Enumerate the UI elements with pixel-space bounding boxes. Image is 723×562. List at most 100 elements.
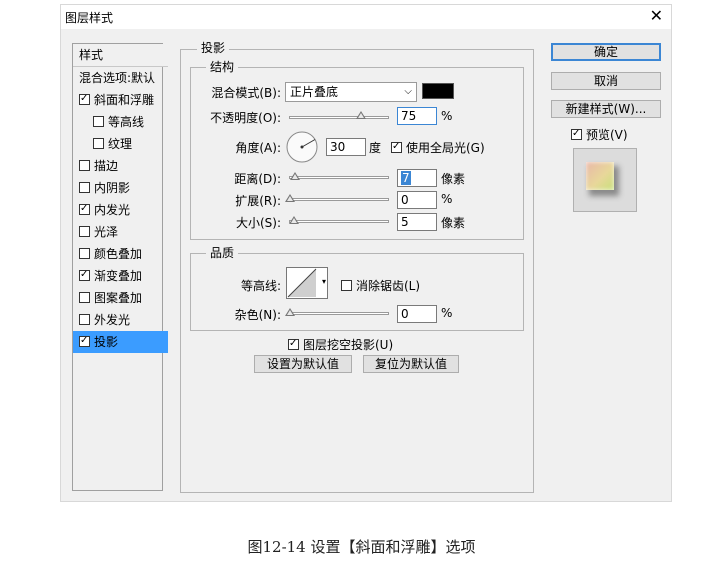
angle-input[interactable]: 30: [326, 138, 366, 156]
checkbox-icon[interactable]: [79, 292, 90, 303]
checkbox-icon[interactable]: [93, 138, 104, 149]
size-slider[interactable]: [289, 220, 389, 223]
size-slider-thumb[interactable]: [289, 216, 299, 224]
style-list-header[interactable]: 样式: [73, 44, 168, 67]
blend-mode-select[interactable]: 正片叠底 ⌵: [285, 82, 417, 102]
chevron-down-icon: ⌵: [404, 86, 412, 97]
checkbox-icon[interactable]: [79, 160, 90, 171]
style-list-item-label: 内阴影: [94, 181, 131, 195]
noise-input[interactable]: 0: [397, 305, 437, 323]
style-list-item[interactable]: 内阴影: [73, 177, 168, 199]
cancel-button[interactable]: 取消: [551, 72, 661, 90]
figure-caption: 图12-14 设置【斜面和浮雕】选项: [247, 538, 476, 556]
style-list: 样式 混合选项:默认斜面和浮雕等高线纹理描边内阴影内发光光泽颜色叠加渐变叠加图案…: [72, 43, 168, 491]
style-list-item-label: 混合选项:默认: [79, 71, 156, 85]
checkbox-icon[interactable]: [79, 226, 90, 237]
style-preview-thumbnail: [573, 148, 637, 212]
checkbox-icon[interactable]: [79, 94, 90, 105]
style-list-item-label: 描边: [94, 159, 119, 173]
distance-input[interactable]: 7: [397, 169, 437, 187]
ok-button[interactable]: 确定: [551, 43, 661, 61]
global-light-label: 使用全局光(G): [406, 141, 485, 155]
knockout-checkbox[interactable]: 图层挖空投影(U): [288, 336, 393, 353]
angle-dial[interactable]: [285, 130, 319, 164]
style-list-item[interactable]: 内发光: [73, 199, 168, 221]
style-list-item-label: 纹理: [108, 137, 133, 151]
new-style-button[interactable]: 新建样式(W)...: [551, 100, 661, 118]
preview-swatch: [586, 162, 614, 190]
checkbox-icon: [341, 280, 352, 291]
spread-label: 扩展(R):: [235, 194, 281, 208]
preview-checkbox[interactable]: 预览(V): [571, 126, 628, 143]
size-label: 大小(S):: [235, 216, 281, 230]
checkbox-icon[interactable]: [79, 204, 90, 215]
checkbox-icon[interactable]: [79, 248, 90, 259]
global-light-checkbox[interactable]: 使用全局光(G): [391, 139, 485, 156]
style-list-item-label: 外发光: [94, 313, 131, 327]
angle-unit: 度: [369, 141, 382, 155]
antialias-label: 消除锯齿(L): [356, 279, 421, 293]
style-list-item-label: 图案叠加: [94, 291, 143, 305]
style-list-item[interactable]: 渐变叠加: [73, 265, 168, 287]
contour-preview-icon: [287, 268, 317, 298]
style-list-item[interactable]: 投影: [73, 331, 168, 353]
spread-unit: %: [441, 192, 453, 206]
style-list-item[interactable]: 等高线: [73, 111, 182, 133]
opacity-unit: %: [441, 109, 453, 123]
noise-slider-thumb[interactable]: [285, 308, 295, 316]
size-unit: 像素: [441, 216, 466, 230]
preview-label: 预览(V): [586, 128, 628, 142]
style-list-item-label: 投影: [94, 335, 119, 349]
make-default-button[interactable]: 设置为默认值: [254, 355, 352, 373]
size-input[interactable]: 5: [397, 213, 437, 231]
contour-dropdown-icon[interactable]: ▾: [322, 277, 326, 286]
style-list-item[interactable]: 光泽: [73, 221, 168, 243]
checkbox-icon[interactable]: [79, 336, 90, 347]
blend-mode-label: 混合模式(B):: [211, 86, 281, 100]
style-list-item[interactable]: 斜面和浮雕: [73, 89, 168, 111]
spread-slider[interactable]: [289, 198, 389, 201]
distance-value: 7: [401, 171, 411, 185]
noise-unit: %: [441, 306, 453, 320]
style-list-item[interactable]: 图案叠加: [73, 287, 168, 309]
style-list-item-label: 等高线: [108, 115, 145, 129]
distance-unit: 像素: [441, 172, 466, 186]
checkbox-icon[interactable]: [79, 182, 90, 193]
distance-slider-thumb[interactable]: [290, 172, 300, 180]
style-list-item-label: 斜面和浮雕: [94, 93, 155, 107]
close-icon[interactable]: ✕: [650, 7, 663, 25]
style-list-item[interactable]: 纹理: [73, 133, 182, 155]
checkbox-icon[interactable]: [93, 116, 104, 127]
contour-label: 等高线:: [240, 279, 281, 293]
opacity-slider[interactable]: [289, 116, 389, 119]
structure-title: 结构: [206, 58, 239, 75]
reset-default-button[interactable]: 复位为默认值: [363, 355, 459, 373]
antialias-checkbox[interactable]: 消除锯齿(L): [341, 277, 420, 294]
style-list-header-label: 样式: [79, 48, 104, 62]
style-list-item-label: 内发光: [94, 203, 131, 217]
layer-style-dialog: 图层样式 ✕ 样式 混合选项:默认斜面和浮雕等高线纹理描边内阴影内发光光泽颜色叠…: [60, 4, 672, 502]
spread-slider-thumb[interactable]: [285, 194, 295, 202]
checkbox-icon[interactable]: [79, 270, 90, 281]
drop-shadow-title: 投影: [197, 39, 230, 56]
knockout-label: 图层挖空投影(U): [303, 338, 394, 352]
checkbox-icon: [391, 142, 402, 153]
checkbox-icon[interactable]: [79, 314, 90, 325]
angle-label: 角度(A):: [235, 141, 281, 155]
noise-slider[interactable]: [289, 312, 389, 315]
shadow-color-swatch[interactable]: [422, 83, 454, 99]
opacity-input[interactable]: 75: [397, 107, 437, 125]
style-list-item[interactable]: 颜色叠加: [73, 243, 168, 265]
title-bar: 图层样式 ✕: [61, 5, 671, 29]
distance-label: 距离(D):: [234, 172, 281, 186]
contour-picker[interactable]: ▾: [286, 267, 328, 299]
distance-slider[interactable]: [289, 176, 389, 179]
window-title: 图层样式: [65, 11, 114, 25]
blend-mode-value: 正片叠底: [290, 85, 339, 99]
style-list-item[interactable]: 外发光: [73, 309, 168, 331]
spread-input[interactable]: 0: [397, 191, 437, 209]
opacity-slider-thumb[interactable]: [356, 111, 366, 119]
style-list-item[interactable]: 描边: [73, 155, 168, 177]
opacity-label: 不透明度(O):: [210, 111, 281, 125]
style-list-item[interactable]: 混合选项:默认: [73, 67, 168, 89]
